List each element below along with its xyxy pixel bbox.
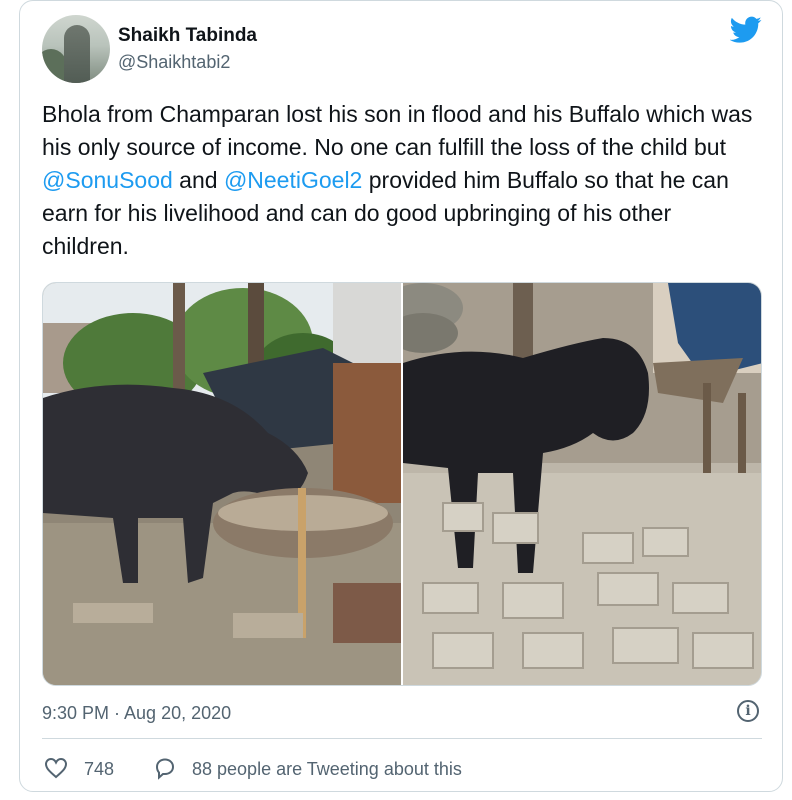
like-count[interactable]: 748: [84, 759, 114, 780]
tweet-text-part: and: [172, 167, 224, 193]
mention-sonusood-link[interactable]: @SonuSood: [42, 167, 173, 193]
heart-icon[interactable]: [44, 756, 68, 780]
mention-neetigoel2-link[interactable]: @NeetiGoel2: [224, 167, 362, 193]
photo-buffalo-feeding-image: [43, 283, 401, 685]
info-icon[interactable]: i: [737, 700, 759, 722]
author-name[interactable]: Shaikh Tabinda: [118, 25, 257, 47]
tweet-text: Bhola from Champaran lost his son in flo…: [42, 98, 762, 263]
tweeting-about-link[interactable]: 88 people are Tweeting about this: [192, 759, 462, 780]
author-handle[interactable]: @Shaikhtabi2: [118, 52, 230, 73]
speech-bubble-icon[interactable]: [153, 756, 177, 780]
photo-buffalo-feeding[interactable]: [43, 283, 401, 685]
photo-buffalo-calf[interactable]: [403, 283, 761, 685]
tweet-text-part: Bhola from Champaran lost his son in flo…: [42, 101, 753, 160]
avatar-figure: [64, 25, 90, 83]
media-gallery: [42, 282, 762, 686]
photo-buffalo-calf-image: [403, 283, 761, 685]
twitter-bird-icon[interactable]: [730, 16, 762, 44]
avatar[interactable]: [42, 15, 110, 83]
divider: [42, 738, 762, 739]
tweet-timestamp[interactable]: 9:30 PM · Aug 20, 2020: [42, 703, 231, 724]
